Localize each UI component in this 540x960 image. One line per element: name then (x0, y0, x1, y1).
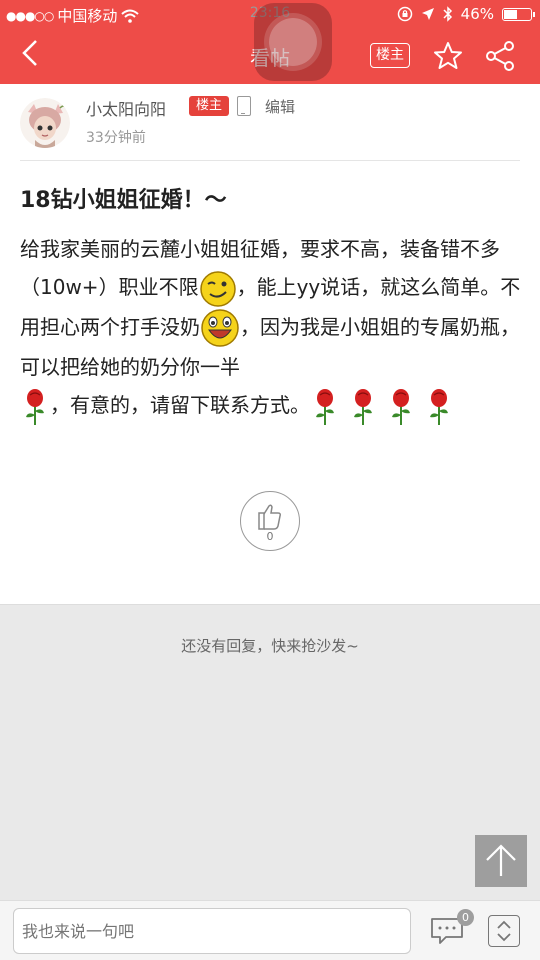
floor-jump-button[interactable] (488, 915, 520, 947)
battery-fill (504, 9, 517, 19)
top-bar: ●●●○○ 中国移动 23:16 46% 看帖 楼主 (0, 0, 540, 84)
chevron-up-down-icon (497, 920, 511, 942)
comment-count-badge: 0 (457, 909, 474, 926)
status-right: 46% (397, 5, 535, 23)
like-button[interactable]: 0 (240, 491, 300, 551)
post-time: 33分钟前 (86, 130, 146, 146)
like-count: 0 (266, 530, 274, 543)
edit-link[interactable]: 编辑 (265, 96, 295, 117)
share-icon[interactable] (484, 40, 516, 72)
reply-area: 还没有回复，快来抢沙发~ (0, 604, 540, 900)
location-icon (421, 8, 434, 20)
empty-replies-text: 还没有回复，快来抢沙发~ (181, 637, 359, 655)
assistive-touch-button[interactable] (254, 3, 332, 81)
post-body-text-4: ，有意的，请留下联系方式。 (50, 393, 310, 417)
bluetooth-icon (443, 6, 452, 22)
post-title: 18钻小姐姐征婚！～ (20, 188, 227, 213)
battery-icon (502, 7, 535, 21)
scroll-top-button[interactable] (475, 835, 527, 887)
phone-icon (237, 96, 251, 116)
comment-input[interactable] (13, 908, 411, 954)
rose-icon (430, 388, 448, 425)
post-body: 给我家美丽的云麓小姐姐征婚，要求不高，装备错不多（10w+）职业不限 ，能上yy… (20, 230, 525, 427)
rotation-lock-icon (397, 6, 412, 22)
divider (20, 160, 520, 161)
owner-badge: 楼主 (189, 96, 229, 116)
arrow-up-icon (486, 844, 516, 876)
rose-icon (392, 388, 410, 425)
battery-percent: 46% (460, 5, 494, 23)
bottom-bar: 0 (0, 900, 540, 960)
star-icon[interactable] (432, 40, 464, 72)
rose-icon (316, 388, 334, 425)
owner-only-button[interactable]: 楼主 (370, 43, 410, 68)
avatar[interactable] (20, 98, 70, 148)
rose-icon (26, 388, 44, 425)
laughing-emoji-icon (201, 309, 239, 347)
post-content: 小太阳向阳 楼主 编辑 33分钟前 18钻小姐姐征婚！～ 给我家美丽的云麓小姐姐… (0, 84, 540, 604)
wink-emoji-icon (199, 270, 236, 307)
rose-icon (354, 388, 372, 425)
author-name[interactable]: 小太阳向阳 (86, 96, 166, 120)
